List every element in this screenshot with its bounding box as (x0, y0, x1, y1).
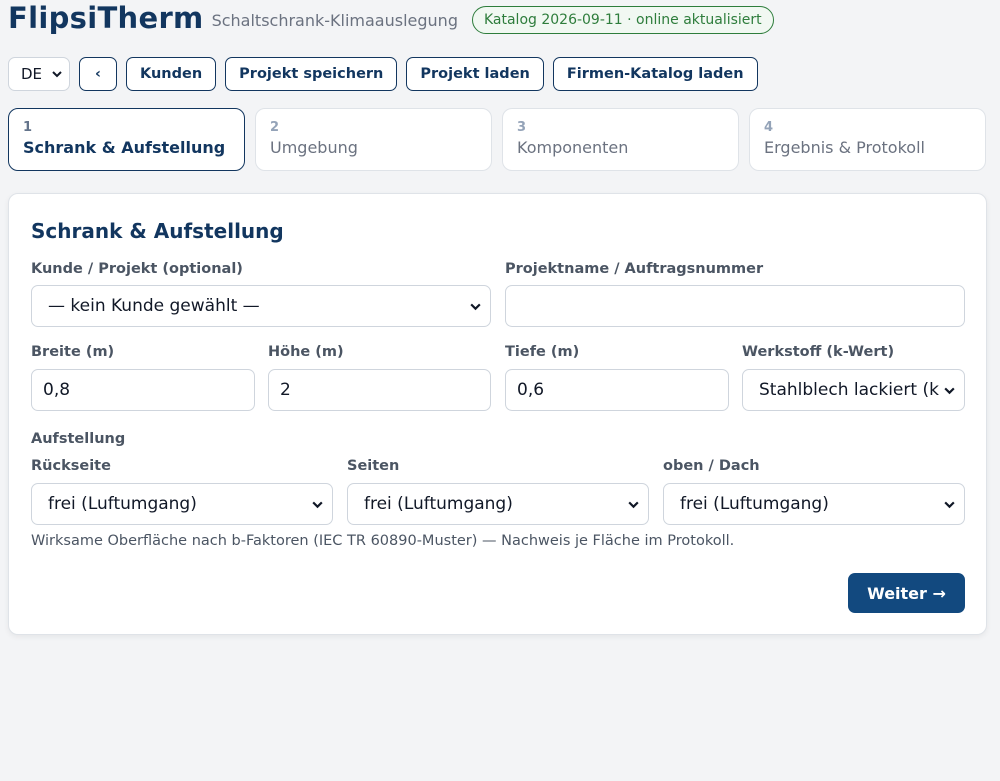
next-button[interactable]: Weiter → (848, 573, 965, 613)
customer-label: Kunde / Projekt (optional) (31, 261, 243, 277)
cabinet-form-card: Schrank & Aufstellung Kunde / Projekt (o… (8, 193, 987, 635)
top-select-value: frei (Luftumgang) (680, 494, 829, 514)
customer-select[interactable]: — kein Kunde gewählt — (31, 285, 491, 327)
step-tab-environment[interactable]: 2 Umgebung (255, 108, 492, 171)
depth-input[interactable]: 0,6 (505, 369, 729, 411)
project-name-input[interactable] (505, 285, 965, 327)
sides-select-value: frei (Luftumgang) (364, 494, 513, 514)
back-side-label: Rückseite (31, 458, 111, 474)
step-tab-result[interactable]: 4 Ergebnis & Protokoll (749, 108, 986, 171)
app-title: FlipsiTherm (8, 1, 204, 35)
section-title: Schrank & Aufstellung (31, 219, 284, 243)
step-label: Ergebnis & Protokoll (764, 138, 925, 157)
project-name-label: Projektname / Auftragsnummer (505, 261, 764, 277)
sides-label: Seiten (347, 458, 400, 474)
chevron-down-icon (469, 300, 482, 313)
language-value: DE (21, 65, 43, 83)
catalog-status-badge: Katalog 2026-09-11 · online aktualisiert (471, 5, 774, 34)
sides-select[interactable]: frei (Luftumgang) (347, 483, 649, 525)
width-input[interactable]: 0,8 (31, 369, 255, 411)
step-label: Schrank & Aufstellung (23, 138, 226, 157)
step-tab-components[interactable]: 3 Komponenten (502, 108, 739, 171)
height-input[interactable]: 2 (268, 369, 491, 411)
load-company-catalog-button[interactable]: Firmen-Katalog laden (552, 57, 758, 91)
step-number: 1 (23, 120, 33, 135)
app-header: FlipsiTherm Schaltschrank-Klimaauslegung… (8, 0, 774, 36)
step-number: 3 (517, 120, 527, 135)
chevron-down-icon (943, 498, 956, 511)
step-label: Komponenten (517, 138, 629, 157)
surface-hint-text: Wirksame Oberfläche nach b-Faktoren (IEC… (31, 533, 735, 549)
back-side-select[interactable]: frei (Luftumgang) (31, 483, 333, 525)
material-select-value: Stahlblech lackiert (k=5 (759, 380, 939, 400)
top-select[interactable]: frei (Luftumgang) (663, 483, 965, 525)
chevron-down-icon (311, 498, 324, 511)
load-project-button[interactable]: Projekt laden (406, 57, 544, 91)
step-tab-cabinet[interactable]: 1 Schrank & Aufstellung (8, 108, 245, 171)
placement-heading: Aufstellung (31, 431, 126, 447)
customers-button[interactable]: Kunden (126, 57, 217, 91)
depth-label: Tiefe (m) (505, 344, 580, 360)
step-label: Umgebung (270, 138, 358, 157)
chevron-down-icon (51, 68, 63, 80)
material-label: Werkstoff (k-Wert) (742, 344, 895, 360)
step-number: 2 (270, 120, 280, 135)
language-select[interactable]: DE (8, 57, 70, 91)
chevron-down-icon (943, 384, 956, 397)
wizard-steps: 1 Schrank & Aufstellung 2 Umgebung 3 Kom… (8, 108, 986, 171)
app-subtitle: Schaltschrank-Klimaauslegung (211, 10, 458, 30)
top-label: oben / Dach (663, 458, 760, 474)
width-label: Breite (m) (31, 344, 115, 360)
customer-select-value: — kein Kunde gewählt — (48, 296, 260, 316)
chevron-down-icon (627, 498, 640, 511)
material-select[interactable]: Stahlblech lackiert (k=5 (742, 369, 965, 411)
back-side-select-value: frei (Luftumgang) (48, 494, 197, 514)
save-project-button[interactable]: Projekt speichern (225, 57, 398, 91)
toolbar: DE ‹ Kunden Projekt speichern Projekt la… (8, 57, 758, 91)
back-button[interactable]: ‹ (79, 57, 117, 91)
height-label: Höhe (m) (268, 344, 344, 360)
step-number: 4 (764, 120, 774, 135)
